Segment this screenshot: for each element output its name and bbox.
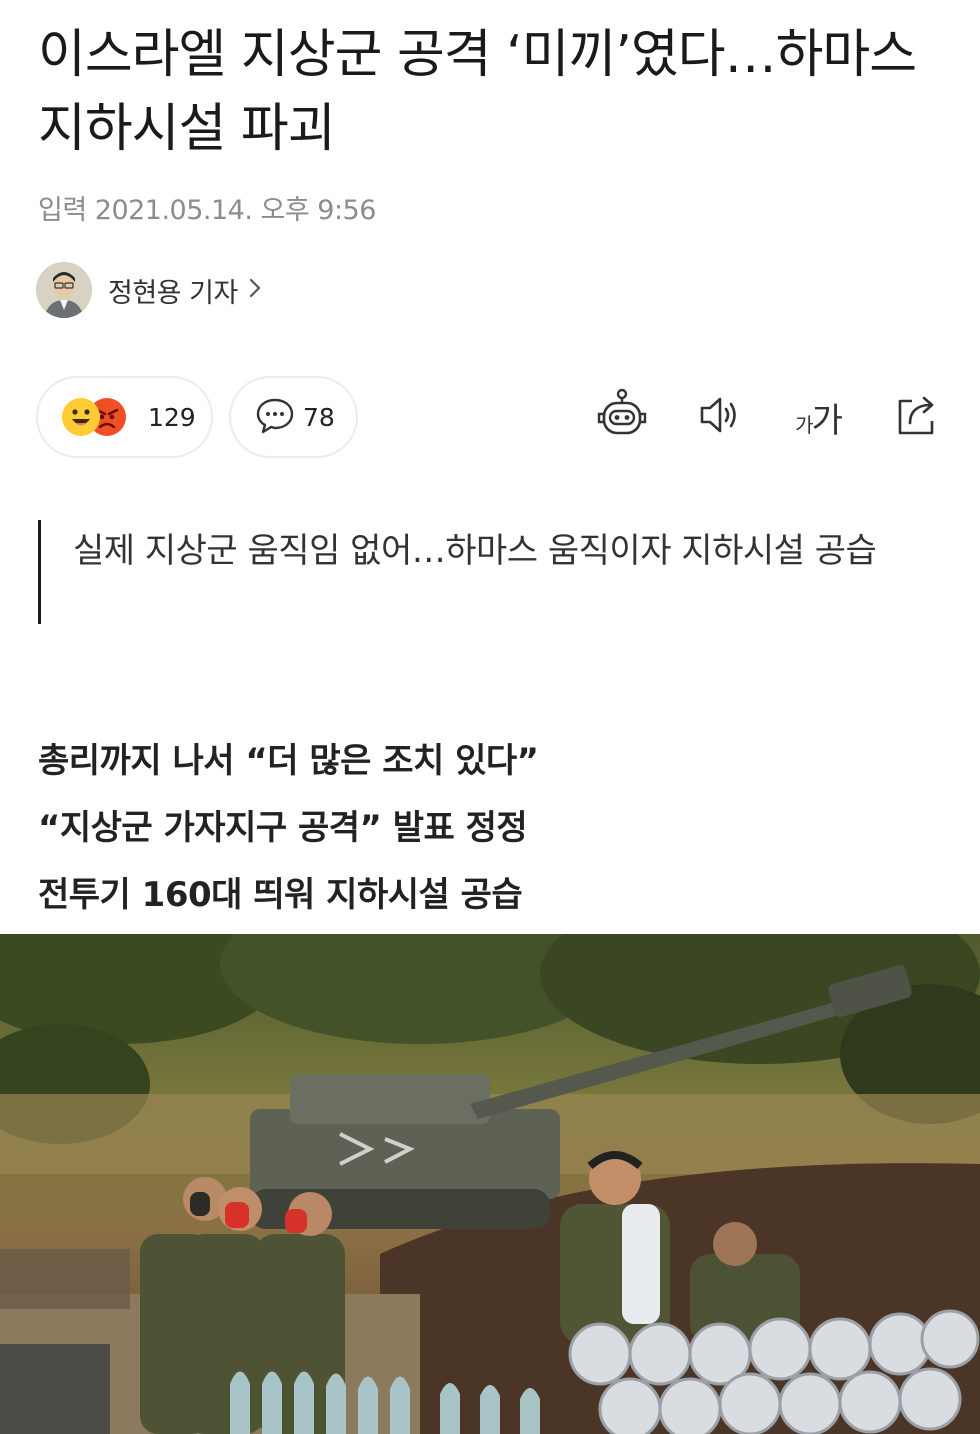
comment-count: 78	[303, 402, 335, 432]
font-size-icon: 가가	[795, 400, 843, 441]
reaction-emojis	[62, 397, 138, 437]
summary-quote: 실제 지상군 움직임 없어…하마스 움직이자 지하시설 공습	[38, 520, 938, 624]
article-photo	[0, 934, 980, 1434]
subheading: 전투기 160대 띄워 지하시설 공습	[38, 875, 523, 915]
font-size-button[interactable]: 가가	[786, 385, 850, 449]
speaker-icon	[692, 389, 744, 445]
text-to-speech-button[interactable]	[688, 385, 748, 449]
reporter-link[interactable]: 정현용 기자	[36, 262, 262, 318]
article-title: 이스라엘 지상군 공격 ‘미끼’였다…하마스 지하시설 파괴	[38, 25, 917, 159]
speech-bubble-icon	[255, 395, 295, 439]
comment-button[interactable]: 78	[229, 376, 358, 458]
subheading: “지상군 가자지구 공격” 발표 정정	[38, 808, 528, 848]
reporter-avatar	[36, 262, 92, 318]
publish-date: 입력 2021.05.14. 오후 9:56	[38, 195, 376, 226]
reporter-name: 정현용 기자	[108, 277, 238, 309]
summary-bot-icon	[594, 387, 650, 447]
chevron-right-icon	[248, 277, 262, 303]
reaction-count: 129	[148, 402, 196, 432]
reaction-button[interactable]: 129	[36, 376, 213, 458]
share-button[interactable]	[886, 385, 946, 449]
subheadings: 총리까지 나서 “더 많은 조치 있다” “지상군 가자지구 공격” 발표 정정…	[38, 728, 938, 929]
summary-bot-button[interactable]	[592, 385, 652, 449]
smile-emoji-icon	[62, 398, 100, 436]
subheading: 총리까지 나서 “더 많은 조치 있다”	[38, 741, 539, 781]
share-icon	[890, 389, 942, 445]
